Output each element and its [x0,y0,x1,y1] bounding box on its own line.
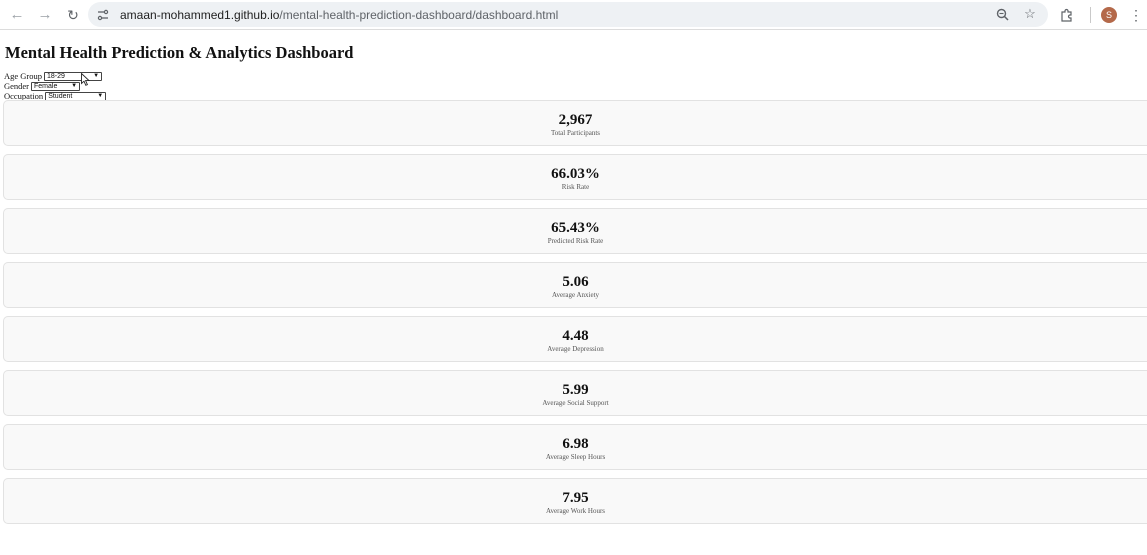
metric-card-average-work-hours: 7.95 Average Work Hours [3,478,1147,524]
metric-card-average-depression: 4.48 Average Depression [3,316,1147,362]
metric-card-average-social-support: 5.99 Average Social Support [3,370,1147,416]
metric-label: Predicted Risk Rate [547,237,604,245]
metric-value: 5.99 [562,382,589,398]
browser-toolbar: ← → ↻ amaan-mohammed1.github.io/mental-h… [0,0,1147,30]
star-icon[interactable]: ☆ [1022,6,1038,22]
gender-select[interactable]: Female ▼ [31,81,81,91]
metric-card-average-sleep-hours: 6.98 Average Sleep Hours [3,424,1147,470]
metric-label: Average Work Hours [545,507,606,515]
url-path: /mental-health-prediction-dashboard/dash… [279,7,559,22]
metric-value: 2,967 [558,112,593,128]
dashboard-page: Mental Health Prediction & Analytics Das… [0,31,1147,555]
toolbar-divider [1090,7,1091,23]
metric-card-average-anxiety: 5.06 Average Anxiety [3,262,1147,308]
filter-age-group: Age Group 18-29 ▼ [4,71,106,81]
metric-value: 7.95 [562,490,589,506]
metric-label: Average Sleep Hours [545,453,606,461]
back-arrow-icon[interactable]: ← [6,4,28,26]
age-group-select[interactable]: 18-29 ▼ [44,71,103,81]
age-group-value: 18-29 [47,72,65,80]
occupation-value: Student [48,92,73,100]
metric-value: 5.06 [562,274,589,290]
site-info-icon[interactable] [94,6,112,24]
url-text[interactable]: amaan-mohammed1.github.io/mental-health-… [120,8,558,22]
chevron-down-icon: ▼ [93,72,100,79]
filter-gender: Gender Female ▼ [4,81,106,91]
kebab-menu-icon[interactable]: ⋮ [1129,4,1143,26]
metric-value: 65.43% [551,220,600,236]
metric-label: Risk Rate [561,183,590,191]
metric-value: 66.03% [551,166,600,182]
metric-card-risk-rate: 66.03% Risk Rate [3,154,1147,200]
reload-icon[interactable]: ↻ [62,4,84,26]
gender-label: Gender [4,81,30,91]
metric-label: Total Participants [550,129,601,137]
metric-card-total-participants: 2,967 Total Participants [3,100,1147,146]
metric-value: 4.48 [562,328,589,344]
metric-label: Average Anxiety [551,291,600,299]
chevron-down-icon: ▼ [71,82,78,89]
address-bar[interactable]: amaan-mohammed1.github.io/mental-health-… [88,2,1048,27]
chevron-down-icon: ▼ [97,92,104,99]
profile-avatar[interactable]: S [1101,7,1117,23]
zoom-icon[interactable] [994,6,1010,22]
page-title: Mental Health Prediction & Analytics Das… [5,43,354,62]
metric-label: Average Depression [547,345,604,353]
filter-panel: Age Group 18-29 ▼ Gender Female ▼ Occupa… [4,71,107,101]
age-group-label: Age Group [4,71,43,81]
metric-value: 6.98 [562,436,589,452]
metric-card-predicted-risk-rate: 65.43% Predicted Risk Rate [3,208,1147,254]
metric-label: Average Social Support [542,399,609,407]
forward-arrow-icon[interactable]: → [34,4,56,26]
gender-value: Female [34,82,58,90]
puzzle-icon[interactable] [1056,4,1078,26]
url-host: amaan-mohammed1.github.io [120,7,280,22]
mouse-cursor-icon [81,73,90,86]
